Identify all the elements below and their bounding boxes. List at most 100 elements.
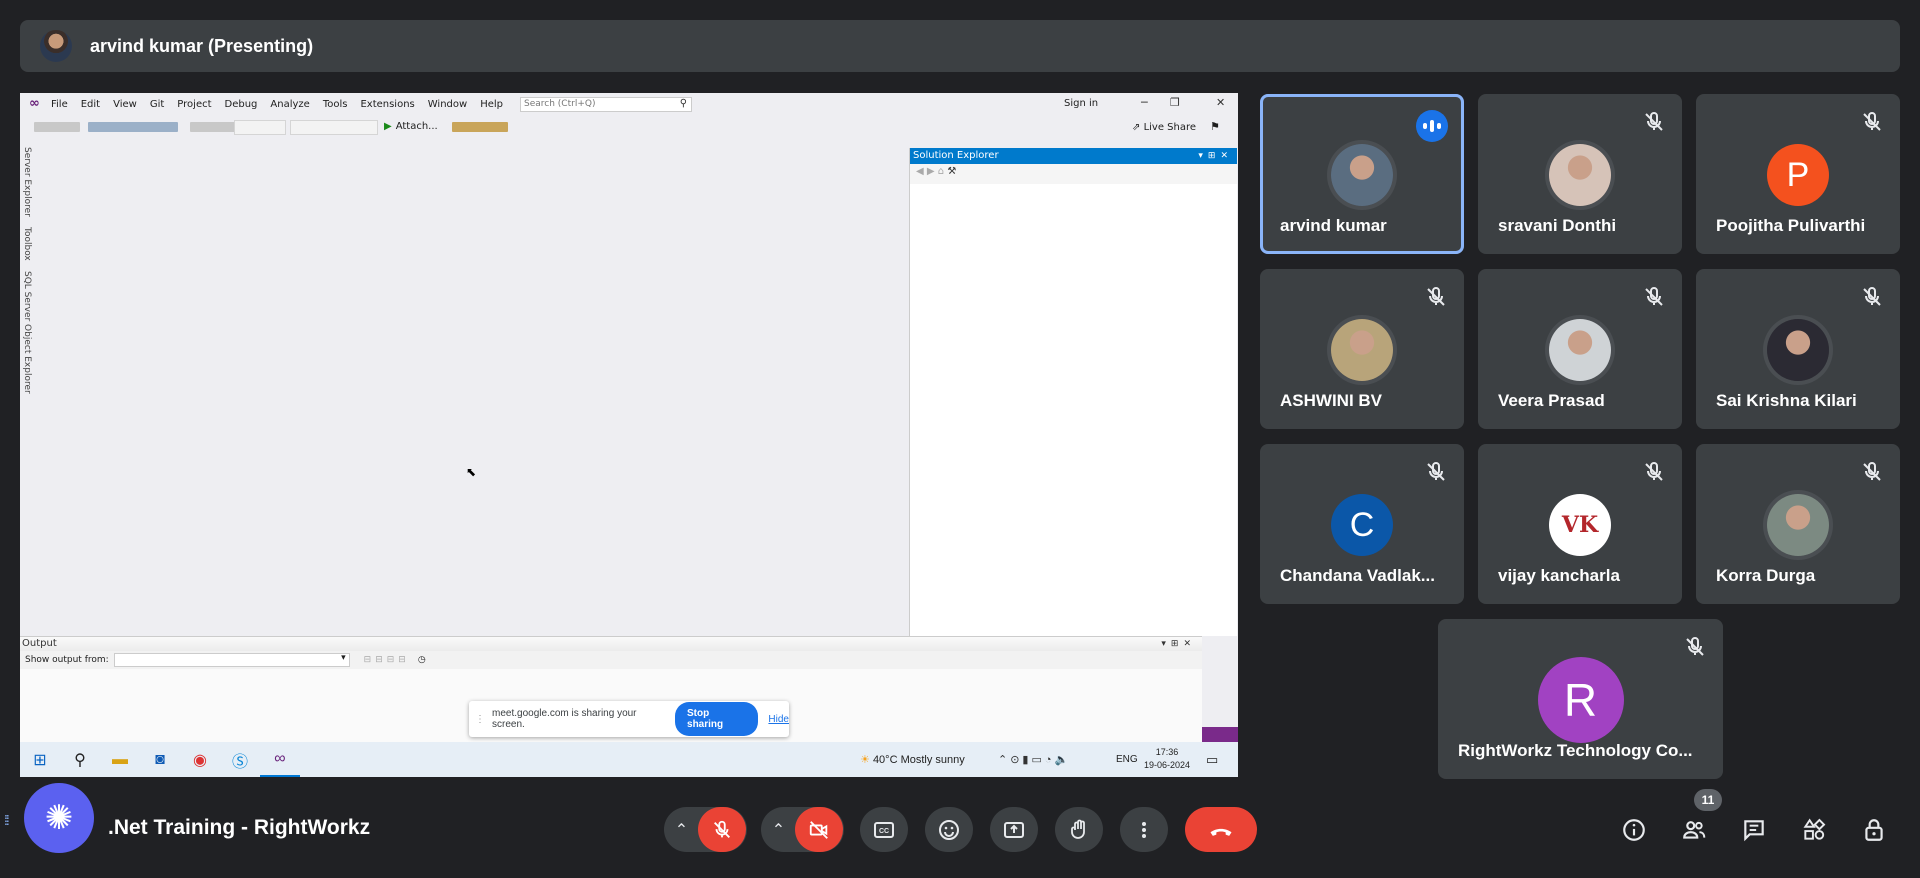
vs-menu-help[interactable]: Help — [480, 99, 503, 110]
participant-name: vijay kancharla — [1498, 566, 1620, 585]
nav-buttons-icon[interactable] — [34, 122, 80, 132]
participant-name: Veera Prasad — [1498, 391, 1605, 410]
back-icon[interactable]: ◀ — [916, 166, 924, 177]
vs-menu-project[interactable]: Project — [177, 99, 211, 110]
panel-controls-icon[interactable]: ▾⊞✕ — [1198, 148, 1233, 164]
participant-tile[interactable]: sravani Donthi — [1478, 94, 1682, 254]
presenter-bar: arvind kumar (Presenting) — [20, 20, 1900, 72]
people-button[interactable] — [1676, 812, 1712, 848]
share-icon: ⇗ — [1132, 122, 1144, 133]
vs-menu-file[interactable]: File — [51, 99, 68, 110]
captions-button[interactable]: CC — [860, 807, 908, 852]
forward-icon[interactable]: ▶ — [927, 166, 935, 177]
participant-tile[interactable]: arvind kumar — [1260, 94, 1464, 254]
platform-dropdown[interactable] — [290, 120, 378, 135]
mic-off-icon — [1642, 110, 1666, 134]
feedback-icon[interactable]: ⚑ — [1210, 120, 1220, 133]
mic-off-button[interactable] — [697, 807, 746, 852]
vs-menu-window[interactable]: Window — [428, 99, 467, 110]
close-icon[interactable]: ✕ — [1216, 96, 1225, 109]
host-controls-button[interactable] — [1856, 812, 1892, 848]
reactions-button[interactable] — [925, 807, 973, 852]
chat-button[interactable] — [1736, 812, 1772, 848]
skype-icon[interactable]: Ⓢ — [220, 742, 260, 777]
vs-search-box[interactable]: Search (Ctrl+Q) ⚲ — [520, 96, 693, 112]
taskbar-clock[interactable]: 17:36 19-06-2024 — [1144, 746, 1190, 772]
file-buttons-icon[interactable] — [88, 122, 178, 132]
file-explorer-icon[interactable]: ▬ — [100, 742, 140, 777]
attach-button[interactable]: ▶ Attach... — [384, 121, 438, 132]
meeting-details-button[interactable] — [1616, 812, 1652, 848]
wrench-icon[interactable]: ⚒ — [947, 166, 956, 177]
live-share-button[interactable]: ⇗ Live Share — [1132, 122, 1196, 133]
vs-toolbar: ▶ Attach... ⇗ Live Share ⚑ — [20, 117, 1238, 137]
vs-menu-debug[interactable]: Debug — [225, 99, 258, 110]
windows-start-icon[interactable]: ⊞ — [20, 742, 60, 777]
output-tools-icon[interactable]: ⊟⊟⊟⊟ — [364, 655, 410, 665]
participant-avatar — [1331, 319, 1393, 381]
participant-tile[interactable]: R RightWorkz Technology Co... — [1438, 619, 1723, 779]
lock-person-icon — [1865, 819, 1883, 841]
present-button[interactable] — [990, 807, 1038, 852]
vs-menubar: ∞ File Edit View Git Project Debug Analy… — [20, 93, 1238, 115]
mic-off-icon — [1860, 460, 1884, 484]
search-icon: ⚲ — [679, 97, 688, 109]
participant-tile[interactable]: ASHWINI BV — [1260, 269, 1464, 429]
vs-menu-edit[interactable]: Edit — [81, 99, 100, 110]
participant-tile[interactable]: P Poojitha Pulivarthi — [1696, 94, 1900, 254]
visual-studio-icon[interactable]: ∞ — [260, 742, 300, 777]
side-tab-server-explorer[interactable]: Server Explorer — [22, 147, 32, 217]
clock-icon[interactable]: ◷ — [418, 655, 426, 665]
vs-sign-in[interactable]: Sign in — [1064, 98, 1098, 109]
participant-tile[interactable]: Sai Krishna Kilari — [1696, 269, 1900, 429]
participant-tile[interactable]: C Chandana Vadlak... — [1260, 444, 1464, 604]
vs-menu-extensions[interactable]: Extensions — [360, 99, 414, 110]
leave-call-button[interactable] — [1185, 807, 1257, 852]
vs-menu-view[interactable]: View — [113, 99, 137, 110]
camera-options-chevron-icon[interactable]: ⌃ — [763, 807, 795, 852]
output-source-select[interactable] — [113, 653, 350, 667]
search-icon[interactable]: ⚲ — [60, 742, 100, 777]
configuration-dropdown[interactable] — [234, 120, 286, 135]
solution-explorer-tools: ◀ ▶ ⌂ ⚒ — [910, 164, 1237, 180]
outlook-icon[interactable]: ◙ — [140, 742, 180, 777]
raise-hand-button[interactable] — [1055, 807, 1103, 852]
notifications-icon[interactable]: ▭ — [1206, 752, 1218, 768]
weather-widget[interactable]: ☀ 40°C Mostly sunny — [860, 753, 965, 766]
vs-menu-analyze[interactable]: Analyze — [270, 99, 309, 110]
undo-redo-icon[interactable] — [190, 122, 240, 132]
mic-off-icon — [1424, 285, 1448, 309]
restore-icon[interactable]: ❐ — [1170, 96, 1180, 109]
hide-link[interactable]: Hide — [768, 714, 789, 725]
meeting-badge-icon[interactable]: ✺ — [24, 783, 94, 853]
camera-control-group: ⌃ — [761, 807, 844, 852]
vs-menu-git[interactable]: Git — [150, 99, 164, 110]
home-icon[interactable]: ⌂ — [938, 166, 944, 177]
grid-dots-icon: ⁞⁞ — [4, 812, 10, 828]
camera-off-button[interactable] — [794, 807, 843, 852]
stop-sharing-button[interactable]: Stop sharing — [675, 702, 759, 736]
extra-tools-icon[interactable] — [452, 122, 508, 132]
vs-notification-badge[interactable] — [1202, 727, 1238, 742]
drag-handle-icon[interactable]: ⋮ — [475, 714, 485, 725]
participant-avatar: R — [1537, 657, 1624, 743]
system-tray-icon[interactable]: ⌃⊙▮▭◔🔈 — [998, 753, 1071, 766]
raise-hand-icon — [1071, 819, 1085, 839]
mic-options-chevron-icon[interactable]: ⌃ — [666, 807, 698, 852]
minimize-icon[interactable]: ─ — [1141, 96, 1148, 109]
participant-tile[interactable]: Veera Prasad — [1478, 269, 1682, 429]
chrome-icon[interactable]: ◉ — [180, 742, 220, 777]
activities-button[interactable] — [1796, 812, 1832, 848]
more-options-button[interactable] — [1120, 807, 1168, 852]
participant-tile[interactable]: VK vijay kancharla — [1478, 444, 1682, 604]
windows-taskbar: ⊞ ⚲ ▬ ◙ ◉ Ⓢ ∞ ☀ 40°C Mostly sunny ⌃⊙▮▭◔🔈… — [20, 742, 1238, 777]
side-tab-toolbox[interactable]: Toolbox — [22, 227, 32, 261]
side-tab-sql-server[interactable]: SQL Server Object Explorer — [22, 271, 32, 394]
output-title: Output ▾⊞✕ — [20, 637, 1202, 651]
output-controls-icon[interactable]: ▾⊞✕ — [1161, 637, 1196, 651]
vs-menu-tools[interactable]: Tools — [323, 99, 348, 110]
language-indicator[interactable]: ENG — [1116, 754, 1138, 765]
weather-text: Mostly sunny — [900, 754, 965, 766]
captions-icon: CC — [874, 821, 894, 838]
participant-tile[interactable]: Korra Durga — [1696, 444, 1900, 604]
